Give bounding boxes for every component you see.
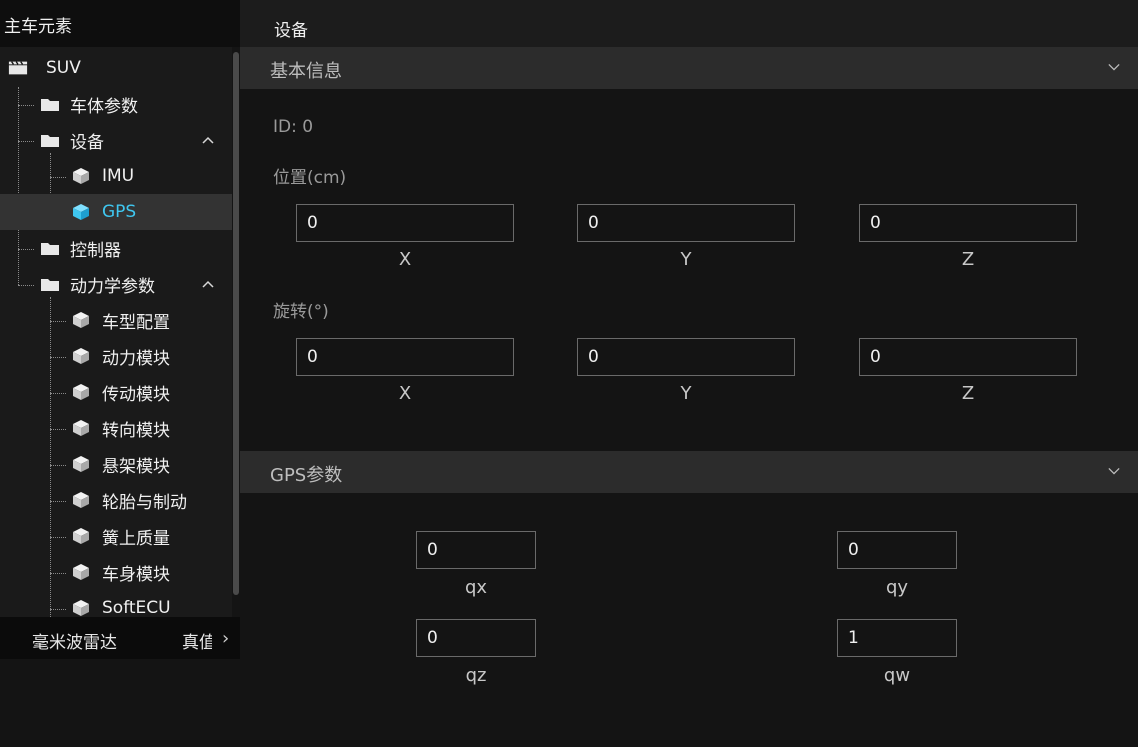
left-panel-header: 主车元素 [0,0,240,47]
tree-item-label: IMU [102,166,135,186]
tree-item-tire-brake[interactable]: 轮胎与制动 [0,482,232,518]
tree-item-label: 动力模块 [102,348,170,369]
tree-item-devices[interactable]: 设备 [0,122,232,158]
rotation-x-input[interactable]: 0 [296,338,514,376]
qx-label: qx [464,577,488,598]
tree-item-gps[interactable]: GPS [0,194,232,230]
folder-icon [41,99,59,111]
chevron-down-icon[interactable] [1108,465,1120,477]
tree-item-label: GPS [102,202,137,222]
tree-item-transmission-module[interactable]: 传动模块 [0,374,232,410]
tree-item-imu[interactable]: IMU [0,158,232,194]
cube-icon [73,348,89,364]
page-title: 设备 [274,21,308,41]
tree-item-label: 传动模块 [102,384,170,405]
chevron-up-icon[interactable] [202,136,214,144]
section-title: GPS参数 [270,465,343,486]
cube-icon [73,204,89,220]
tree-item-controller[interactable]: 控制器 [0,230,232,266]
qz-input[interactable]: 0 [416,619,536,657]
tree-item-dynamics-params[interactable]: 动力学参数 [0,266,232,302]
cube-icon [73,528,89,544]
section-header-gps-params[interactable]: GPS参数 [240,451,1138,493]
rotation-y-input[interactable]: 0 [577,338,795,376]
qy-label: qy [885,577,909,598]
cube-icon [73,456,89,472]
tree-item-label: 转向模块 [102,420,170,441]
axis-label-x: X [398,249,412,270]
axis-label-z: Z [961,383,975,404]
tree-item-sprung-mass[interactable]: 簧上质量 [0,518,232,554]
tree-item-suspension-module[interactable]: 悬架模块 [0,446,232,482]
position-x-input[interactable]: 0 [296,204,514,242]
position-z-input[interactable]: 0 [859,204,1077,242]
tree-item-label: 簧上质量 [102,528,170,549]
cube-icon [73,312,89,328]
tree-item-label: 设备 [70,132,104,153]
section-body-gps-params: 0 0 qx qy 0 1 qz qw [240,493,1138,747]
cube-icon [73,564,89,580]
qy-input[interactable]: 0 [837,531,957,569]
tree-item-softecu[interactable]: SoftECU [0,590,232,617]
axis-label-x: X [398,383,412,404]
tree-item-label: 控制器 [70,240,121,261]
section-title: 基本信息 [270,61,342,82]
tree-item-label: 悬架模块 [102,456,170,477]
chevron-right-icon[interactable]: › [222,628,240,652]
qx-input[interactable]: 0 [416,531,536,569]
position-label: 位置(cm) [273,168,347,188]
tree-item-label: SUV [46,58,81,78]
tree-item-label: 车体参数 [70,96,138,117]
tree-item-label: 轮胎与制动 [102,492,187,513]
tree-item-power-module[interactable]: 动力模块 [0,338,232,374]
cube-icon [73,492,89,508]
cube-icon [73,600,89,616]
folder-icon [41,243,59,255]
qw-input[interactable]: 1 [837,619,957,657]
chevron-down-icon[interactable] [1108,61,1120,73]
qw-label: qw [883,665,911,686]
element-tree: SUV 车体参数 设备 IMU GPS 控制器 动力学参数 车型配置 动力模块 … [0,47,232,617]
folder-icon [41,135,59,147]
qz-label: qz [465,665,487,686]
axis-label-y: Y [680,383,692,404]
right-panel: 设备 基本信息 ID: 0 位置(cm) 0 0 0 X Y Z 旋转(°) 0… [240,0,1138,747]
cube-icon [73,168,89,184]
tab-ground-truth[interactable]: 真值 [182,628,212,653]
rotation-label: 旋转(°) [273,302,329,322]
position-y-input[interactable]: 0 [577,204,795,242]
cube-icon [73,384,89,400]
vehicle-icon [8,61,28,75]
tree-item-suv[interactable]: SUV [0,50,232,86]
rotation-z-input[interactable]: 0 [859,338,1077,376]
folder-icon [41,279,59,291]
axis-label-y: Y [680,249,692,270]
cube-icon [73,420,89,436]
tree-scrollbar-thumb[interactable] [233,52,239,595]
tree-item-steering-module[interactable]: 转向模块 [0,410,232,446]
tree-item-body-params[interactable]: 车体参数 [0,86,232,122]
tab-mmwave-radar[interactable]: 毫米波雷达 [32,628,117,653]
tree-item-body-module[interactable]: 车身模块 [0,554,232,590]
tree-item-label: 车身模块 [102,564,170,585]
tree-item-vehicle-config[interactable]: 车型配置 [0,302,232,338]
section-header-basic-info[interactable]: 基本信息 [240,47,1138,89]
chevron-up-icon[interactable] [202,280,214,288]
section-body-basic-info: ID: 0 位置(cm) 0 0 0 X Y Z 旋转(°) 0 0 0 X Y… [240,89,1138,451]
tree-item-label: 车型配置 [102,312,170,333]
bottom-tab-bar: 毫米波雷达 真值 › [0,617,240,659]
left-panel: 主车元素 SUV 车体参数 设备 IMU GPS 控制器 动力学参数 车型配置 … [0,0,240,747]
tree-item-label: 动力学参数 [70,276,155,297]
tree-item-label: SoftECU [102,598,171,617]
id-text: ID: 0 [273,117,314,137]
axis-label-z: Z [961,249,975,270]
